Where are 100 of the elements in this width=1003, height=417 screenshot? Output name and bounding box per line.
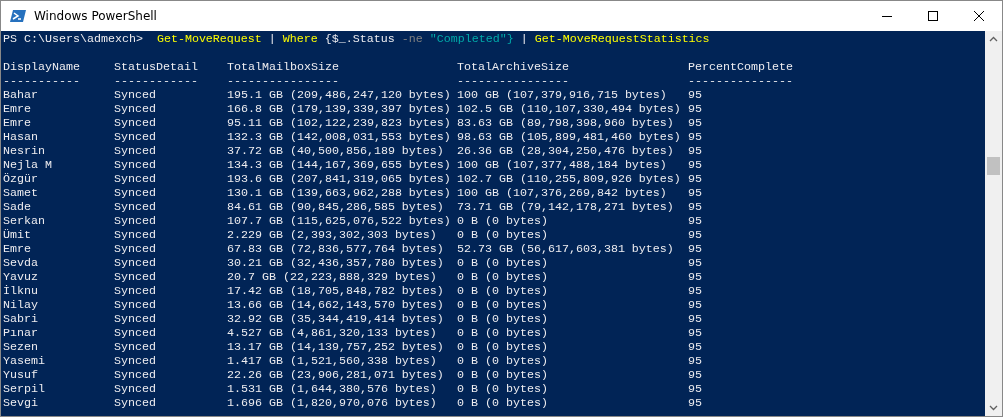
mailbox-size-cell-text: 2.229 GB (2,393,302,303 bytes)	[227, 228, 438, 242]
status-cell-text: Synced	[114, 144, 157, 158]
column-heading: DisplayName	[3, 60, 81, 74]
percent-cell-text: 95	[688, 186, 703, 200]
archive-size-cell-text: 100 GB (107,377,488,184 bytes)	[457, 158, 668, 172]
percent-cell-text: 95	[688, 396, 703, 410]
heading-rule: -----------	[3, 74, 81, 88]
status-cell-text: Synced	[114, 368, 157, 382]
archive-size-cell-text: 0 B (0 bytes)	[457, 256, 549, 270]
mailbox-size-cell-text: 13.17 GB (14,139,757,252 bytes)	[227, 340, 445, 354]
percent-cell-text: 95	[688, 312, 703, 326]
percent-cell-text: 95	[688, 144, 703, 158]
name-cell-text: Hasan	[3, 130, 39, 144]
name-cell-text: Emre	[3, 242, 32, 256]
name-cell-text: Samet	[3, 186, 39, 200]
heading-rule: ----------------	[457, 74, 570, 88]
status-cell-text: Synced	[114, 228, 157, 242]
prompt-text: PS C:\Users\admexch>	[3, 32, 143, 46]
percent-cell-text: 95	[688, 228, 703, 242]
mailbox-size-cell-text: 20.7 GB (22,223,888,329 bytes)	[227, 270, 438, 284]
name-cell-text: Sezen	[3, 340, 39, 354]
archive-size-cell-text: 0 B (0 bytes)	[457, 368, 549, 382]
name-cell-text: Bahar	[3, 88, 39, 102]
archive-size-cell-text: 102.5 GB (110,107,330,494 bytes)	[457, 102, 682, 116]
status-cell-text: Synced	[114, 270, 157, 284]
status-cell-text: Synced	[114, 214, 157, 228]
mailbox-size-cell-text: 30.21 GB (32,436,357,780 bytes)	[227, 256, 445, 270]
mailbox-size-cell-text: 17.42 GB (18,705,848,782 bytes)	[227, 284, 445, 298]
operator-text: -ne	[401, 32, 423, 46]
name-cell-text: Yasemi	[3, 354, 46, 368]
archive-size-cell-text: 0 B (0 bytes)	[457, 228, 549, 242]
name-cell-text: Nilay	[3, 298, 39, 312]
status-cell-text: Synced	[114, 130, 157, 144]
cmdlet-text: Get-MoveRequestStatistics	[534, 32, 710, 46]
mailbox-size-cell-text: 22.26 GB (23,906,281,071 bytes)	[227, 368, 445, 382]
archive-size-cell-text: 0 B (0 bytes)	[457, 396, 549, 410]
percent-cell-text: 95	[688, 340, 703, 354]
mailbox-size-cell-text: 67.83 GB (72,836,577,764 bytes)	[227, 242, 445, 256]
mailbox-size-cell-text: 37.72 GB (40,500,856,189 bytes)	[227, 144, 445, 158]
name-cell-text: Emre	[3, 116, 32, 130]
name-cell-text: Emre	[3, 102, 32, 116]
status-cell-text: Synced	[114, 102, 157, 116]
name-cell-text: Serkan	[3, 214, 46, 228]
archive-size-cell-text: 0 B (0 bytes)	[457, 298, 549, 312]
percent-cell-text: 95	[688, 102, 703, 116]
maximize-icon	[928, 11, 938, 21]
name-cell-text: Pınar	[3, 326, 39, 340]
name-cell-text: Sevgi	[3, 396, 39, 410]
percent-cell-text: 95	[688, 88, 703, 102]
archive-size-cell-text: 26.36 GB (28,304,250,476 bytes)	[457, 144, 675, 158]
status-cell-text: Synced	[114, 116, 157, 130]
archive-size-cell-text: 83.63 GB (89,798,398,960 bytes)	[457, 116, 675, 130]
mailbox-size-cell-text: 130.1 GB (139,663,962,288 bytes)	[227, 186, 452, 200]
mailbox-size-cell-text: 4.527 GB (4,861,320,133 bytes)	[227, 326, 438, 340]
percent-cell-text: 95	[688, 214, 703, 228]
heading-rule: ------------	[114, 74, 199, 88]
percent-cell-text: 95	[688, 270, 703, 284]
column-heading: TotalArchiveSize	[457, 60, 570, 74]
percent-cell-text: 95	[688, 354, 703, 368]
mailbox-size-cell-text: 193.6 GB (207,841,319,065 bytes)	[227, 172, 452, 186]
mailbox-size-cell-text: 95.11 GB (102,122,239,823 bytes)	[227, 116, 452, 130]
status-cell-text: Synced	[114, 382, 157, 396]
status-cell-text: Synced	[114, 88, 157, 102]
percent-cell-text: 95	[688, 242, 703, 256]
command-text: |	[268, 32, 276, 46]
name-cell-text: Ümit	[3, 228, 32, 242]
string-text: "Completed"}	[429, 32, 514, 46]
status-cell-text: Synced	[114, 200, 157, 214]
mailbox-size-cell-text: 1.531 GB (1,644,380,576 bytes)	[227, 382, 438, 396]
archive-size-cell-text: 0 B (0 bytes)	[457, 326, 549, 340]
mailbox-size-cell-text: 132.3 GB (142,008,031,553 bytes)	[227, 130, 452, 144]
archive-size-cell-text: 52.73 GB (56,617,603,381 bytes)	[457, 242, 675, 256]
mailbox-size-cell-text: 107.7 GB (115,625,076,522 bytes)	[227, 214, 452, 228]
archive-size-cell-text: 102.7 GB (110,255,809,926 bytes)	[457, 172, 682, 186]
status-cell-text: Synced	[114, 186, 157, 200]
name-cell-text: Sevda	[3, 256, 39, 270]
percent-cell-text: 95	[688, 200, 703, 214]
name-cell-text: Yavuz	[3, 270, 39, 284]
archive-size-cell-text: 73.71 GB (79,142,178,271 bytes)	[457, 200, 675, 214]
name-cell-text: Nejla M	[3, 158, 53, 172]
archive-size-cell-text: 100 GB (107,376,269,842 bytes)	[457, 186, 668, 200]
archive-size-cell-text: 0 B (0 bytes)	[457, 382, 549, 396]
status-cell-text: Synced	[114, 340, 157, 354]
mailbox-size-cell-text: 195.1 GB (209,486,247,120 bytes)	[227, 88, 452, 102]
name-cell-text: Yusuf	[3, 368, 39, 382]
status-cell-text: Synced	[114, 158, 157, 172]
status-cell-text: Synced	[114, 242, 157, 256]
command-text: {$_.Status	[324, 32, 395, 46]
mailbox-size-cell-text: 1.696 GB (1,820,970,076 bytes)	[227, 396, 438, 410]
mailbox-size-cell-text: 166.8 GB (179,139,339,397 bytes)	[227, 102, 452, 116]
status-cell-text: Synced	[114, 354, 157, 368]
cmdlet-text: Get-MoveRequest	[156, 32, 262, 46]
mailbox-size-cell-text: 84.61 GB (90,845,286,585 bytes)	[227, 200, 445, 214]
percent-cell-text: 95	[688, 382, 703, 396]
status-cell-text: Synced	[114, 172, 157, 186]
scrollbar-thumb[interactable]	[987, 157, 1000, 175]
percent-cell-text: 95	[688, 284, 703, 298]
name-cell-text: Özgür	[3, 172, 39, 186]
archive-size-cell-text: 98.63 GB (105,899,481,460 bytes)	[457, 130, 682, 144]
status-cell-text: Synced	[114, 326, 157, 340]
